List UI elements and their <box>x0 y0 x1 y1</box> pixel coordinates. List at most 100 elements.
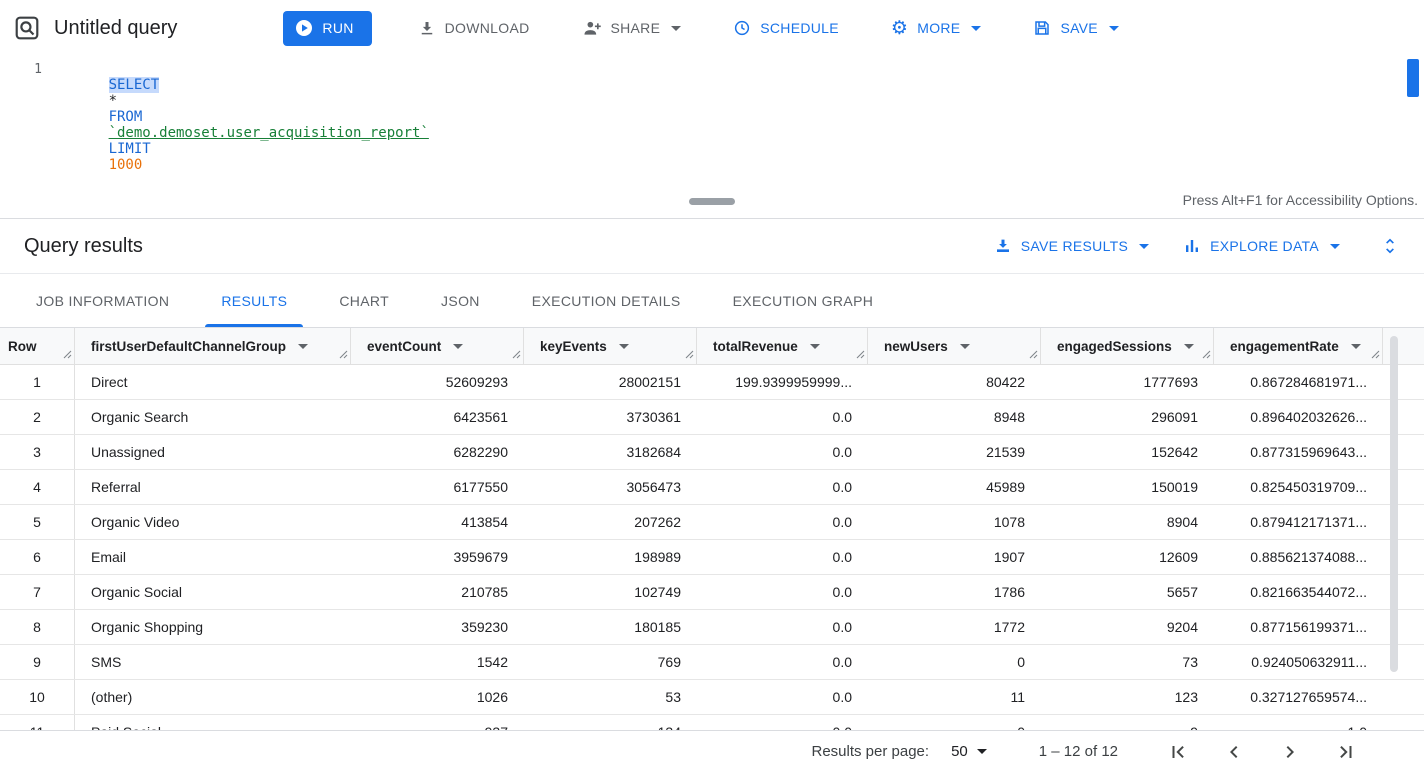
column-label: engagementRate <box>1230 339 1339 354</box>
cell-newUsers: 11 <box>868 689 1041 705</box>
column-resize-handle-icon[interactable] <box>1371 350 1380 359</box>
run-button[interactable]: RUN <box>283 11 371 46</box>
column-sort-menu-icon[interactable] <box>619 344 629 349</box>
column-sort-menu-icon[interactable] <box>1351 344 1361 349</box>
cell-eventCount: 52609293 <box>351 374 524 390</box>
cell-engagementRate: 0.924050632911... <box>1214 654 1383 670</box>
column-resize-handle-icon[interactable] <box>1202 350 1211 359</box>
cell-eventCount: 3959679 <box>351 549 524 565</box>
download-button[interactable]: DOWNLOAD <box>404 10 544 46</box>
tab-json[interactable]: JSON <box>415 274 506 327</box>
cell-firstUserDefaultChannelGroup: Organic Social <box>75 584 351 600</box>
sql-keyword-limit: LIMIT <box>109 141 151 157</box>
column-resize-handle-icon[interactable] <box>1029 350 1038 359</box>
results-header: Query results SAVE RESULTS EXPLORE DATA <box>0 219 1424 274</box>
tab-execution-details[interactable]: EXECUTION DETAILS <box>506 274 707 327</box>
cell-eventCount: 6423561 <box>351 409 524 425</box>
expand-results-icon[interactable] <box>1380 236 1400 256</box>
cell-newUsers: 80422 <box>868 374 1041 390</box>
tab-execution-graph[interactable]: EXECUTION GRAPH <box>707 274 900 327</box>
cell-engagementRate: 1.0 <box>1214 724 1383 730</box>
pane-divider: Press Alt+F1 for Accessibility Options. <box>0 189 1424 219</box>
last-page-icon[interactable] <box>1334 740 1358 764</box>
row-number: 4 <box>0 470 75 504</box>
column-resize-handle-icon[interactable] <box>339 350 348 359</box>
table-row: 8Organic Shopping3592301801850.017729204… <box>0 610 1424 645</box>
more-caret-icon <box>971 26 981 31</box>
cell-engagedSessions: 123 <box>1041 689 1214 705</box>
column-resize-handle-icon[interactable] <box>63 350 72 359</box>
editor-scrollbar-thumb[interactable] <box>1407 59 1419 97</box>
cell-eventCount: 6282290 <box>351 444 524 460</box>
query-title: Untitled query <box>54 17 177 40</box>
sql-editor[interactable]: 1 SELECT * FROM `demo.demoset.user_acqui… <box>0 56 1424 189</box>
explore-data-caret-icon <box>1330 244 1340 249</box>
cell-newUsers: 1907 <box>868 549 1041 565</box>
share-button[interactable]: SHARE <box>568 10 696 46</box>
column-sort-menu-icon[interactable] <box>1184 344 1194 349</box>
column-label: newUsers <box>884 339 948 354</box>
sql-number-literal: 1000 <box>109 157 143 173</box>
page-size-caret-icon <box>977 749 987 754</box>
table-row: 1Direct5260929328002151199.9399959999...… <box>0 365 1424 400</box>
next-page-icon[interactable] <box>1278 740 1302 764</box>
sql-table-reference[interactable]: `demo.demoset.user_acquisition_report` <box>109 125 429 141</box>
line-number: 1 <box>0 56 58 189</box>
column-resize-handle-icon[interactable] <box>512 350 521 359</box>
query-icon <box>14 15 40 41</box>
cell-keyEvents: 3730361 <box>524 409 697 425</box>
first-page-icon[interactable] <box>1166 740 1190 764</box>
column-header-totalRevenue: totalRevenue <box>697 328 868 364</box>
cell-engagedSessions: 73 <box>1041 654 1214 670</box>
explore-data-button[interactable]: EXPLORE DATA <box>1183 237 1340 255</box>
cell-engagementRate: 0.825450319709... <box>1214 479 1383 495</box>
cell-eventCount: 1026 <box>351 689 524 705</box>
column-label: keyEvents <box>540 339 607 354</box>
table-row: 7Organic Social2107851027490.0178656570.… <box>0 575 1424 610</box>
column-resize-handle-icon[interactable] <box>856 350 865 359</box>
cell-keyEvents: 53 <box>524 689 697 705</box>
column-label: Row <box>8 339 37 354</box>
row-number: 2 <box>0 400 75 434</box>
query-toolbar: Untitled query RUN DOWNLOAD SHARE SCHE <box>0 0 1424 56</box>
column-sort-menu-icon[interactable] <box>298 344 308 349</box>
column-label: eventCount <box>367 339 441 354</box>
cell-newUsers: 0 <box>868 724 1041 730</box>
more-button[interactable]: ⚙ MORE <box>877 10 996 46</box>
chart-icon <box>1183 237 1201 255</box>
cell-keyEvents: 769 <box>524 654 697 670</box>
table-row: 2Organic Search642356137303610.089482960… <box>0 400 1424 435</box>
column-sort-menu-icon[interactable] <box>960 344 970 349</box>
cell-totalRevenue: 199.9399959999... <box>697 374 868 390</box>
tab-job-information[interactable]: JOB INFORMATION <box>10 274 195 327</box>
cell-eventCount: 937 <box>351 724 524 730</box>
schedule-button[interactable]: SCHEDULE <box>719 10 853 46</box>
cell-firstUserDefaultChannelGroup: Organic Shopping <box>75 619 351 635</box>
results-tabs: JOB INFORMATIONRESULTSCHARTJSONEXECUTION… <box>0 274 1424 328</box>
tab-results[interactable]: RESULTS <box>195 274 313 327</box>
cell-totalRevenue: 0.0 <box>697 549 868 565</box>
column-sort-menu-icon[interactable] <box>810 344 820 349</box>
cell-totalRevenue: 0.0 <box>697 514 868 530</box>
page-size-select[interactable]: 50 <box>951 743 987 760</box>
tab-chart[interactable]: CHART <box>313 274 415 327</box>
table-row: 3Unassigned628229031826840.0215391526420… <box>0 435 1424 470</box>
cell-engagementRate: 0.877156199371... <box>1214 619 1383 635</box>
cell-totalRevenue: 0.0 <box>697 689 868 705</box>
save-results-button[interactable]: SAVE RESULTS <box>994 237 1149 255</box>
table-row: 11Paid Social9371340.0091.0 <box>0 715 1424 730</box>
pager <box>1166 740 1358 764</box>
table-scrollbar-thumb[interactable] <box>1390 336 1398 672</box>
column-label: engagedSessions <box>1057 339 1172 354</box>
cell-firstUserDefaultChannelGroup: Email <box>75 549 351 565</box>
cell-engagedSessions: 9 <box>1041 724 1214 730</box>
column-resize-handle-icon[interactable] <box>685 350 694 359</box>
column-sort-menu-icon[interactable] <box>453 344 463 349</box>
download-label: DOWNLOAD <box>445 20 530 36</box>
previous-page-icon[interactable] <box>1222 740 1246 764</box>
save-button[interactable]: SAVE <box>1019 10 1133 46</box>
pane-resize-handle[interactable] <box>689 198 735 205</box>
cell-keyEvents: 180185 <box>524 619 697 635</box>
cell-eventCount: 6177550 <box>351 479 524 495</box>
table-row: 9SMS15427690.00730.924050632911... <box>0 645 1424 680</box>
